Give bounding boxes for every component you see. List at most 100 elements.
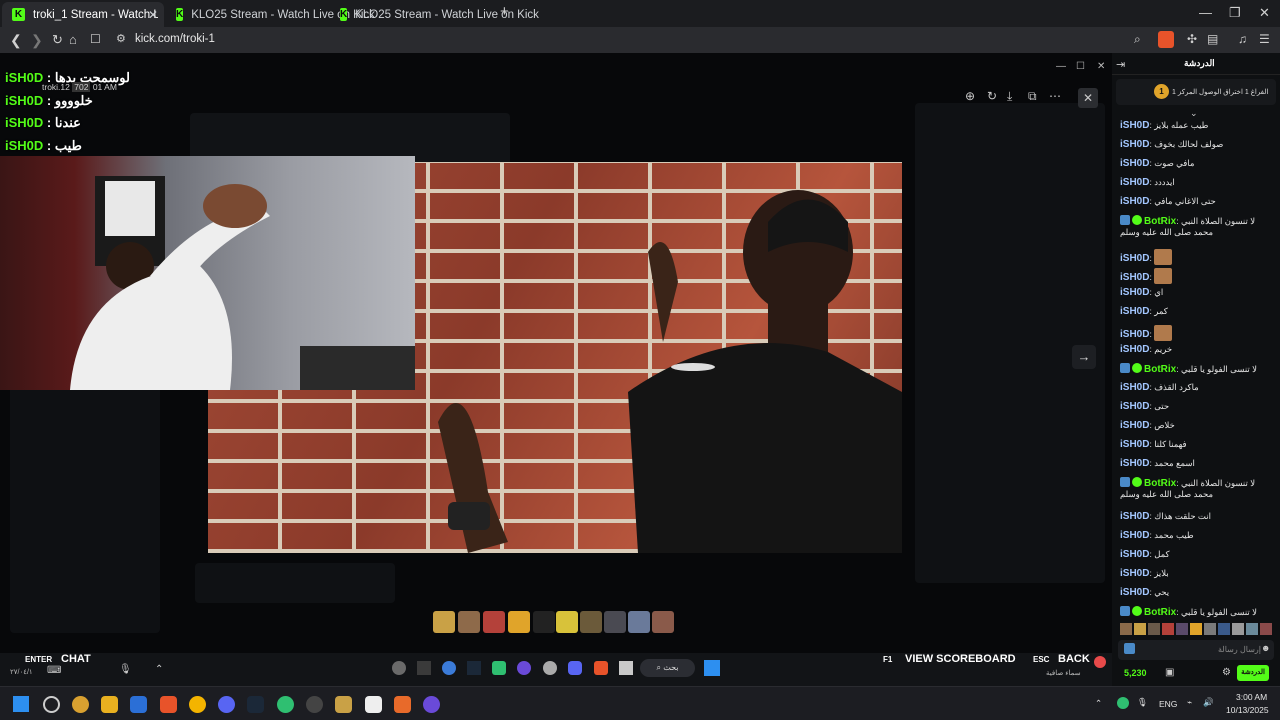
- chat-username[interactable]: iSH0D: [1120, 587, 1149, 598]
- more-icon[interactable]: ⋯: [1049, 89, 1061, 103]
- emote-icon[interactable]: [1120, 623, 1132, 635]
- volume-icon[interactable]: 🔊: [1203, 697, 1214, 708]
- emote-thumb[interactable]: [508, 611, 530, 633]
- download-icon[interactable]: ⤓: [1007, 89, 1012, 104]
- chrome-icon[interactable]: [189, 696, 206, 713]
- home-icon[interactable]: ⌂: [69, 32, 77, 47]
- taskbar-app-icon[interactable]: [394, 696, 411, 713]
- taskbar-app-icon[interactable]: [335, 696, 352, 713]
- tray-app-icon[interactable]: [1117, 697, 1129, 709]
- app-icon[interactable]: [594, 661, 608, 675]
- chat-username[interactable]: iSH0D: [1120, 306, 1149, 317]
- emote-thumb[interactable]: [604, 611, 626, 633]
- chat-username[interactable]: iSH0D: [1120, 458, 1149, 469]
- tab-klo25-2[interactable]: K KLO25 Stream - Watch Live on Kick: [330, 2, 539, 27]
- chat-username[interactable]: iSH0D: [1120, 439, 1149, 450]
- media-icon[interactable]: ♫: [1238, 32, 1247, 46]
- forward-icon[interactable]: ❯: [31, 32, 43, 49]
- word-icon[interactable]: [130, 696, 147, 713]
- pinned-message[interactable]: 1 الفراغ 1 اختراق الوصول المركز 1: [1116, 79, 1276, 105]
- network-icon[interactable]: ⌁: [1187, 697, 1192, 708]
- chat-username[interactable]: iSH0D: [1120, 420, 1149, 431]
- taskbar-app-icon[interactable]: [306, 696, 323, 713]
- chat-username[interactable]: iSH0D: [1120, 401, 1149, 412]
- discord-icon[interactable]: [218, 696, 235, 713]
- next-arrow-icon[interactable]: →: [1072, 345, 1096, 369]
- emote-thumb[interactable]: [628, 611, 650, 633]
- close-viewer-icon[interactable]: ✕: [1078, 88, 1098, 108]
- emote-thumb[interactable]: [433, 611, 455, 633]
- app-icon[interactable]: [543, 661, 557, 675]
- app-icon[interactable]: [517, 661, 531, 675]
- zoom-in-icon[interactable]: ⊕: [965, 89, 975, 103]
- chat-username[interactable]: iSH0D: [1120, 196, 1149, 207]
- chat-username[interactable]: iSH0D: [1120, 568, 1149, 579]
- emote-thumb[interactable]: [533, 611, 555, 633]
- notification-icon[interactable]: [1094, 656, 1106, 668]
- emote-icon[interactable]: [1246, 623, 1258, 635]
- clock-time[interactable]: 3:00 AM: [1236, 692, 1267, 702]
- mic-icon[interactable]: 🎙: [119, 664, 132, 675]
- back-label[interactable]: BACK: [1058, 653, 1090, 665]
- zoom-icon[interactable]: ⌕: [1134, 32, 1141, 47]
- menu-icon[interactable]: ☰: [1259, 32, 1270, 46]
- language-indicator[interactable]: ENG: [1159, 699, 1177, 709]
- chat-username[interactable]: iSH0D: [1120, 272, 1149, 283]
- points-balance[interactable]: 5,230: [1124, 668, 1147, 678]
- chat-username[interactable]: BotRix: [1144, 478, 1176, 489]
- collapse-chat-icon[interactable]: ⇥: [1116, 58, 1125, 71]
- chevron-up-icon[interactable]: ⌃: [155, 664, 163, 675]
- taskbar-app-icon[interactable]: [43, 696, 60, 713]
- tab-troki[interactable]: K troki_1 Stream - Watch Live on K ✕: [2, 2, 164, 27]
- taskbar-app-icon[interactable]: [72, 696, 89, 713]
- start-button[interactable]: [13, 696, 29, 712]
- tab-klo25-1[interactable]: K KLO25 Stream - Watch Live on Kick: [166, 2, 375, 27]
- chat-username[interactable]: iSH0D: [1120, 287, 1149, 298]
- emote-thumb[interactable]: [580, 611, 602, 633]
- hud-search[interactable]: ⌕ بحث: [640, 659, 695, 677]
- app-icon[interactable]: [568, 661, 582, 675]
- emote-thumb[interactable]: [458, 611, 480, 633]
- chat-username[interactable]: iSH0D: [1120, 139, 1149, 150]
- app-icon[interactable]: [417, 661, 431, 675]
- reload-icon[interactable]: ↻: [52, 32, 63, 48]
- emoji-icon[interactable]: ☻: [1261, 643, 1270, 653]
- chat-username[interactable]: iSH0D: [1120, 530, 1149, 541]
- sidebar-icon[interactable]: ▤: [1207, 32, 1218, 46]
- bookmark-icon[interactable]: ☐: [90, 32, 101, 46]
- emote-icon[interactable]: [1176, 623, 1188, 635]
- app-icon[interactable]: [619, 661, 633, 675]
- emote-thumb[interactable]: [556, 611, 578, 633]
- emote-thumb[interactable]: [652, 611, 674, 633]
- gift-icon[interactable]: ▣: [1165, 667, 1174, 678]
- view-scoreboard-label[interactable]: VIEW SCOREBOARD: [905, 653, 1016, 665]
- windows-icon[interactable]: [704, 660, 720, 676]
- viewer-minimize-icon[interactable]: —: [1056, 61, 1066, 72]
- emote-icon[interactable]: [1260, 623, 1272, 635]
- new-tab-button[interactable]: +: [500, 3, 509, 20]
- chat-username[interactable]: iSH0D: [1120, 511, 1149, 522]
- taskbar-app-icon[interactable]: [277, 696, 294, 713]
- close-window-icon[interactable]: ✕: [1259, 5, 1270, 21]
- kick-emote-icon[interactable]: [1124, 643, 1135, 654]
- chat-username[interactable]: BotRix: [1144, 216, 1176, 227]
- restore-icon[interactable]: ❐: [1229, 5, 1241, 21]
- settings-icon[interactable]: ⚙: [1222, 667, 1231, 678]
- chat-username[interactable]: iSH0D: [1120, 329, 1149, 340]
- emote-icon[interactable]: [1134, 623, 1146, 635]
- steam-icon[interactable]: [247, 696, 264, 713]
- pin-expand-icon[interactable]: ⌄: [1190, 108, 1198, 119]
- viewer-close-icon[interactable]: ✕: [1097, 61, 1105, 72]
- close-tab-icon[interactable]: ✕: [148, 8, 158, 22]
- minimize-icon[interactable]: —: [1199, 5, 1212, 20]
- chat-username[interactable]: iSH0D: [1120, 382, 1149, 393]
- chat-username[interactable]: iSH0D: [1120, 177, 1149, 188]
- brave-icon[interactable]: [160, 696, 177, 713]
- back-icon[interactable]: ❮: [10, 32, 22, 49]
- emote-icon[interactable]: [1218, 623, 1230, 635]
- emote-thumb[interactable]: [483, 611, 505, 633]
- open-external-icon[interactable]: ⧉: [1028, 89, 1037, 104]
- taskbar-app-icon[interactable]: [101, 696, 118, 713]
- emote-icon[interactable]: [1148, 623, 1160, 635]
- brave-shield-icon[interactable]: [1158, 31, 1174, 48]
